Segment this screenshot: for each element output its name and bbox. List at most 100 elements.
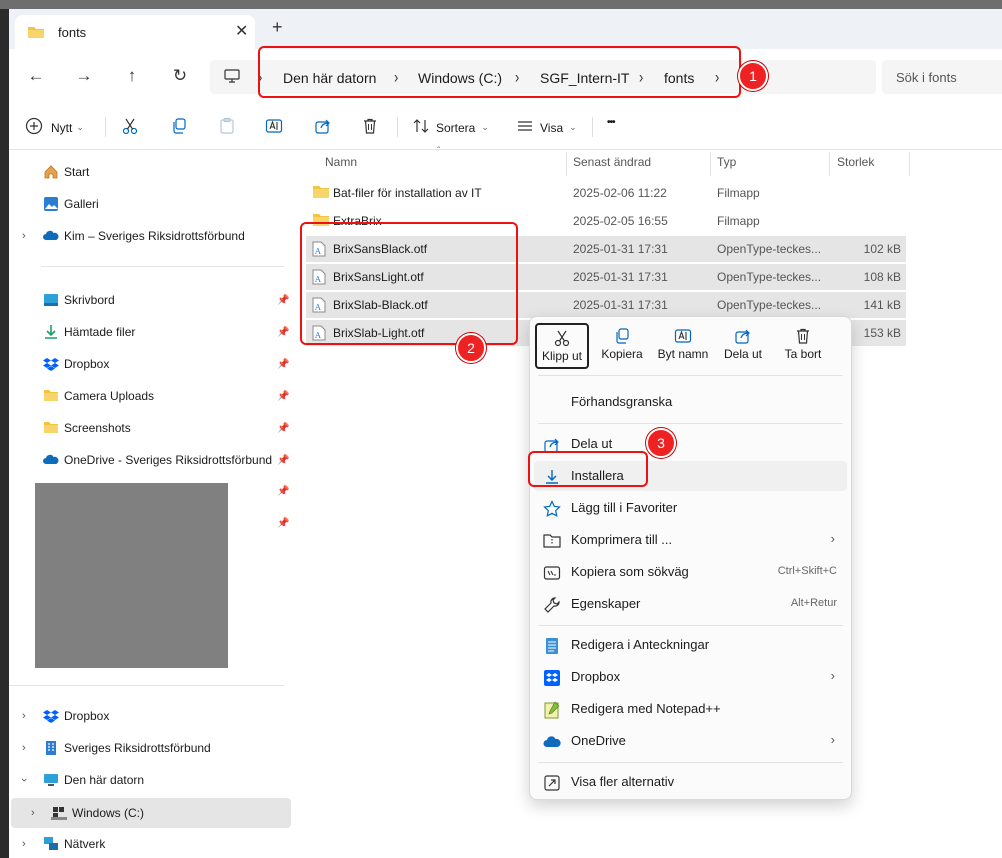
sidebar-item-screenshots[interactable]: Screenshots 📌 [9,414,292,442]
sort-button[interactable]: Sortera ⌄ [412,117,489,138]
pin-icon[interactable]: 📌 [277,518,289,529]
menu-item-copy-path[interactable]: Kopiera som sökväg Ctrl+Skift+C [534,557,847,587]
pin-icon[interactable]: 📌 [277,455,289,466]
download-icon [43,324,59,340]
menu-label: OneDrive [571,733,626,748]
column-divider[interactable] [566,152,567,176]
view-list-icon [516,117,534,138]
delete-icon[interactable] [361,117,379,135]
sidebar-label: Dropbox [64,709,110,723]
file-size: 153 kB [863,326,901,340]
menu-label: Dropbox [571,669,621,684]
menu-item-notepadpp[interactable]: Redigera med Notepad++ [534,694,847,724]
sidebar-item-onedrive-rf[interactable]: OneDrive - Sveriges Riksidrottsförbund 📌 [9,446,292,474]
menu-item-notepad[interactable]: Redigera i Anteckningar [534,630,847,660]
column-divider[interactable] [829,152,830,176]
new-tab-button[interactable]: + [272,17,283,38]
rename-icon[interactable] [265,117,283,135]
rename-button[interactable]: Byt namn [656,323,710,369]
column-header-type[interactable]: Typ [717,155,736,169]
column-header-size[interactable]: Storlek [837,155,874,169]
pin-icon[interactable]: 📌 [277,359,289,370]
divider [538,375,843,376]
sidebar-label: Kim – Sveriges Riksidrottsförbund [64,229,245,243]
file-name: Bat-filer för installation av IT [333,186,482,200]
sidebar-item-camera-uploads[interactable]: Camera Uploads 📌 [9,382,292,410]
sidebar-item-hamtade-filer[interactable]: Hämtade filer 📌 [9,318,292,346]
pin-icon[interactable]: 📌 [277,327,289,338]
search-input[interactable]: Sök i fonts [882,60,1002,94]
sidebar-item-kim-onedrive[interactable]: › Kim – Sveriges Riksidrottsförbund [9,222,292,250]
table-row[interactable]: Bat-filer för installation av IT 2025-02… [306,180,906,206]
pin-icon[interactable]: 📌 [277,486,289,497]
sidebar-item-dropbox[interactable]: Dropbox 📌 [9,350,292,378]
sidebar-item-natverk[interactable]: › Nätverk [9,830,292,858]
cut-icon[interactable] [121,117,139,135]
redacted-area [35,483,228,668]
new-label: Nytt [51,120,73,135]
divider [397,117,398,137]
up-arrow-icon[interactable]: ↑ [122,66,142,86]
view-button[interactable]: Visa ⌄ [516,117,577,138]
menu-item-preview[interactable]: Förhandsgranska [534,387,847,417]
copy-icon [613,327,631,345]
sidebar-item-windows-c[interactable]: › Windows (C:) [11,798,291,828]
network-icon [43,836,59,852]
sidebar-label: Start [64,165,90,179]
pin-icon[interactable]: 📌 [277,423,289,434]
sort-caret-icon: ˆ [437,146,441,157]
paste-icon[interactable] [218,117,236,135]
tab-fonts[interactable]: fonts ✕ [15,15,255,49]
tab-title: fonts [58,25,87,40]
sidebar-item-dropbox-root[interactable]: › Dropbox [9,702,292,730]
back-arrow-icon[interactable]: ← [26,66,46,86]
column-divider[interactable] [909,152,910,176]
copy-button[interactable]: Kopiera [595,323,649,369]
chevron-right-icon[interactable]: › [22,710,26,722]
menu-item-properties[interactable]: Egenskaper Alt+Retur [534,589,847,619]
cut-button[interactable]: Klipp ut [535,323,589,369]
chevron-right-icon[interactable]: › [22,838,26,850]
column-header-name[interactable]: Namn [325,155,357,169]
sidebar-item-galleri[interactable]: Galleri [9,190,292,218]
sidebar-label: Windows (C:) [72,806,145,820]
zip-folder-icon [543,532,561,550]
star-icon [543,500,561,518]
sidebar-item-skrivbord[interactable]: Skrivbord 📌 [9,286,292,314]
sidebar-item-start[interactable]: Start [9,158,292,186]
sidebar-item-sveriges-rf[interactable]: › Sveriges Riksidrottsförbund [9,734,292,762]
share-icon[interactable] [314,117,332,135]
new-button[interactable]: Nytt ⌄ [25,117,84,138]
menu-item-favorites[interactable]: Lägg till i Favoriter [534,493,847,523]
close-tab-icon[interactable]: ✕ [235,21,248,41]
more-options-icon[interactable]: ••• [607,117,615,128]
pin-icon[interactable]: 📌 [277,391,289,402]
delete-label: Ta bort [784,347,822,361]
pin-icon[interactable]: 📌 [277,295,289,306]
menu-label: Redigera i Anteckningar [571,637,710,652]
chevron-down-icon[interactable]: › [18,778,30,782]
chevron-right-icon: › [830,531,835,546]
sort-label: Sortera [436,120,476,135]
column-header-modified[interactable]: Senast ändrad [573,155,651,169]
sidebar-item-den-har-datorn[interactable]: › Den här datorn [9,766,292,794]
chevron-right-icon[interactable]: › [31,807,35,819]
forward-arrow-icon[interactable]: → [74,66,94,86]
folder-icon [312,185,330,202]
refresh-icon[interactable]: ↻ [170,66,190,86]
chevron-right-icon: › [830,732,835,747]
annotation-marker: 1 [738,61,768,91]
menu-item-dropbox[interactable]: Dropbox › [534,662,847,692]
chevron-right-icon[interactable]: › [22,230,26,242]
share-button[interactable]: Dela ut [716,323,770,369]
search-placeholder: Sök i fonts [896,70,957,85]
menu-item-compress[interactable]: Komprimera till ... › [534,525,847,555]
delete-button[interactable]: Ta bort [776,323,830,369]
menu-item-more-options[interactable]: Visa fler alternativ [534,767,847,797]
chevron-right-icon[interactable]: › [22,742,26,754]
file-explorer-window: fonts ✕ + ← → ↑ ↻ › Den här datorn › Win… [9,9,1002,858]
home-icon [43,164,59,180]
menu-item-onedrive[interactable]: OneDrive › [534,726,847,756]
column-divider[interactable] [710,152,711,176]
copy-icon[interactable] [170,117,188,135]
